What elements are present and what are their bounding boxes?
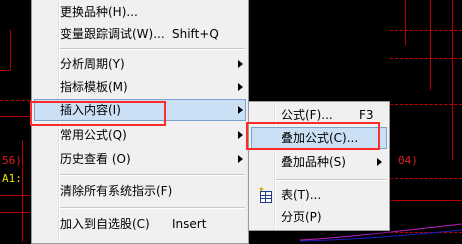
submenu-item-page-break[interactable]: 分页(P): [251, 206, 387, 228]
submenu-arrow-icon: [377, 158, 382, 166]
submenu-arrow-icon: [238, 155, 243, 163]
menu-item-history-view[interactable]: 历史查看 (O): [34, 148, 246, 170]
submenu-arrow-icon: [238, 83, 243, 91]
left-chart-label: 56): [2, 154, 22, 167]
shortcut-label: Shift+Q: [172, 27, 219, 41]
menu-item-clear-system-indicators[interactable]: 清除所有系统指示(F): [34, 180, 246, 202]
menu-item-indicator-template[interactable]: 指标模板(M): [34, 76, 246, 98]
menu-item-change-symbol[interactable]: 更换品种(H)...: [34, 1, 246, 23]
menu-item-analysis-period[interactable]: 分析周期(Y): [34, 53, 246, 75]
left-chart-label-2: A1:: [2, 172, 22, 185]
menu-item-add-to-watchlist[interactable]: 加入到自选股(C) Insert: [34, 213, 246, 235]
submenu-arrow-icon: [238, 131, 243, 139]
submenu-arrow-icon: [238, 60, 243, 68]
submenu-arrow-icon: [238, 106, 243, 114]
annotation-box-overlay-formula: [246, 122, 380, 150]
submenu-item-overlay-symbol[interactable]: 叠加品种(S): [251, 151, 387, 173]
submenu-item-table[interactable]: ✦ 表(T)...: [251, 184, 387, 206]
insert-content-submenu: 公式(F)... F3 叠加公式(C)... 叠加品种(S) ✦ 表(T)...…: [248, 101, 390, 231]
shortcut-label: Insert: [172, 217, 207, 231]
menu-item-common-formulas[interactable]: 常用公式(Q): [34, 124, 246, 146]
table-icon: [260, 191, 272, 203]
annotation-box-insert-content: [30, 101, 166, 126]
right-chart-label: 04): [398, 154, 418, 167]
menu-item-variable-debug[interactable]: 变量跟踪调试(W)... Shift+Q: [34, 23, 246, 45]
